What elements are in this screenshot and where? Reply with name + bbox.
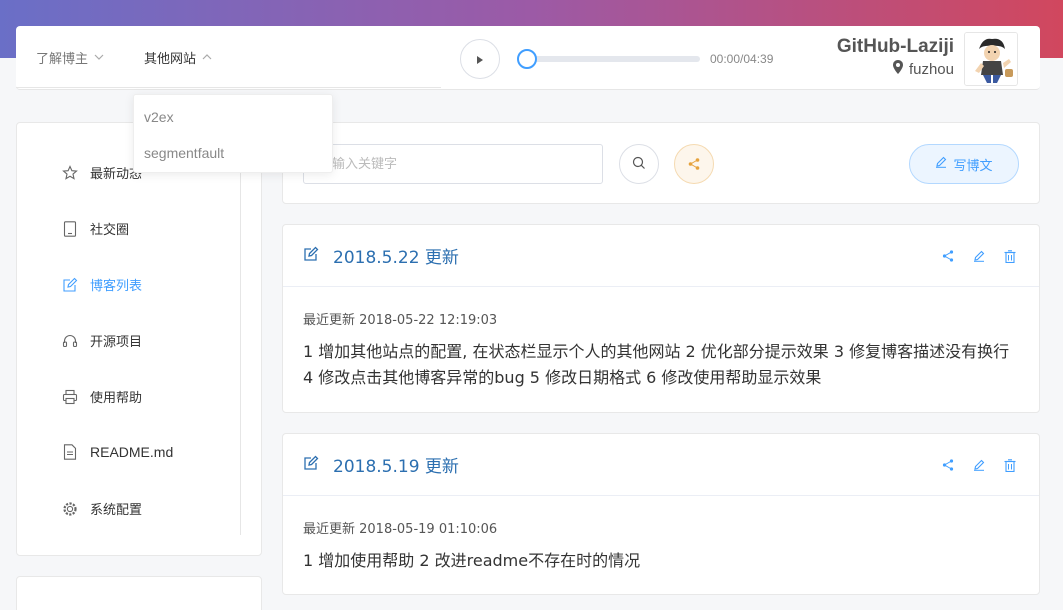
- blog-post-header: 2018.5.22 更新: [283, 225, 1039, 287]
- progress-handle[interactable]: [517, 49, 537, 69]
- sidebar-secondary-panel: [16, 576, 262, 610]
- sidebar-divider: [240, 123, 241, 535]
- chevron-up-icon: [202, 54, 212, 60]
- nav-item-about-blogger[interactable]: 了解博主: [16, 26, 124, 88]
- sidebar-item-open-source[interactable]: 开源项目: [61, 331, 142, 350]
- blog-post-body: 最近更新 2018-05-22 12:19:03 1 增加其他站点的配置, 在状…: [283, 287, 1039, 391]
- star-icon: [61, 164, 79, 182]
- play-icon: [476, 50, 484, 69]
- blog-post-actions: [926, 456, 1019, 474]
- sidebar: 最新动态 社交圈 博客列表 开源项目 使用帮助 README.md 系统配置: [16, 122, 262, 556]
- search-icon: [632, 155, 646, 174]
- blog-post-description: 1 增加使用帮助 2 改进readme不存在时的情况: [303, 551, 641, 570]
- blog-post-title[interactable]: 2018.5.19 更新: [333, 452, 459, 477]
- play-button[interactable]: [460, 39, 500, 79]
- nav-item-other-sites[interactable]: 其他网站: [124, 26, 232, 88]
- location-pin-icon: [892, 60, 909, 78]
- headset-icon: [61, 332, 79, 350]
- blog-post-actions: [926, 247, 1019, 265]
- pencil-icon: [935, 156, 953, 172]
- blog-post-updated: 最近更新 2018-05-22 12:19:03: [303, 313, 498, 328]
- sidebar-item-label: 社交圈: [90, 223, 130, 238]
- top-navbar: 了解博主 其他网站 00:00/04:39 GitHub-Laziji fuzh…: [16, 26, 1040, 90]
- sidebar-item-social[interactable]: 社交圈: [61, 219, 129, 238]
- share-icon: [688, 155, 700, 174]
- search-button[interactable]: [619, 144, 659, 184]
- edit-icon: [303, 455, 319, 475]
- sidebar-item-blog-list[interactable]: 博客列表: [61, 275, 142, 294]
- share-icon[interactable]: [939, 456, 957, 474]
- document-icon: [61, 443, 79, 461]
- progress-slider[interactable]: [517, 49, 700, 69]
- avatar[interactable]: [964, 32, 1018, 86]
- nav-menu: 了解博主 其他网站: [16, 26, 232, 90]
- user-location-text: fuzhou: [908, 60, 954, 78]
- blog-post-body: 最近更新 2018-05-19 01:10:06 1 增加使用帮助 2 改进re…: [283, 496, 1039, 574]
- blog-post-description: 1 增加其他站点的配置, 在状态栏显示个人的其他网站 2 优化部分提示效果 3 …: [303, 342, 1010, 387]
- nav-item-label: 其他网站: [144, 51, 197, 67]
- trash-icon[interactable]: [1001, 247, 1019, 265]
- sidebar-item-label: 系统配置: [90, 503, 143, 518]
- blog-post-card: 2018.5.19 更新 最近更新 2018-05-19 01:10:06 1 …: [282, 433, 1040, 595]
- user-location: fuzhou: [837, 60, 954, 78]
- player-time: 00:00/04:39: [710, 52, 774, 66]
- chevron-down-icon: [94, 54, 104, 60]
- dropdown-item-v2ex[interactable]: v2ex: [134, 99, 332, 135]
- share-icon[interactable]: [939, 247, 957, 265]
- blog-post-card: 2018.5.22 更新 最近更新 2018-05-22 12:19:03 1 …: [282, 224, 1040, 413]
- sidebar-item-help[interactable]: 使用帮助: [61, 387, 142, 406]
- sidebar-item-latest[interactable]: 最新动态: [61, 163, 142, 182]
- sidebar-item-label: 使用帮助: [90, 391, 143, 406]
- sidebar-item-label: README.md: [90, 444, 174, 460]
- dropdown-item-segmentfault[interactable]: segmentfault: [134, 135, 332, 171]
- sidebar-item-readme[interactable]: README.md: [61, 443, 173, 461]
- edit-icon: [303, 246, 319, 266]
- tablet-icon: [61, 220, 79, 238]
- write-blog-button[interactable]: 写博文: [909, 144, 1019, 184]
- user-info: GitHub-Laziji fuzhou: [837, 36, 954, 78]
- avatar-image: [965, 33, 1017, 85]
- blog-post-header: 2018.5.19 更新: [283, 434, 1039, 496]
- user-name: GitHub-Laziji: [836, 36, 954, 57]
- gear-icon: [61, 500, 79, 518]
- edit-icon: [61, 276, 79, 294]
- blog-post-title[interactable]: 2018.5.22 更新: [333, 243, 459, 268]
- sidebar-item-label: 博客列表: [90, 279, 143, 294]
- nav-divider: [16, 87, 441, 88]
- other-sites-dropdown: v2ex segmentfault: [133, 94, 333, 173]
- share-button[interactable]: [674, 144, 714, 184]
- sidebar-item-settings[interactable]: 系统配置: [61, 499, 142, 518]
- pencil-icon[interactable]: [970, 456, 988, 474]
- nav-item-label: 了解博主: [36, 51, 89, 67]
- search-input[interactable]: [303, 144, 603, 184]
- blog-toolbar: 写博文: [282, 122, 1040, 204]
- music-player: 00:00/04:39: [460, 39, 773, 79]
- sidebar-item-label: 开源项目: [90, 335, 143, 350]
- trash-icon[interactable]: [1001, 456, 1019, 474]
- pencil-icon[interactable]: [970, 247, 988, 265]
- blog-post-updated: 最近更新 2018-05-19 01:10:06: [303, 522, 498, 537]
- printer-icon: [61, 388, 79, 406]
- write-blog-label: 写博文: [953, 158, 993, 174]
